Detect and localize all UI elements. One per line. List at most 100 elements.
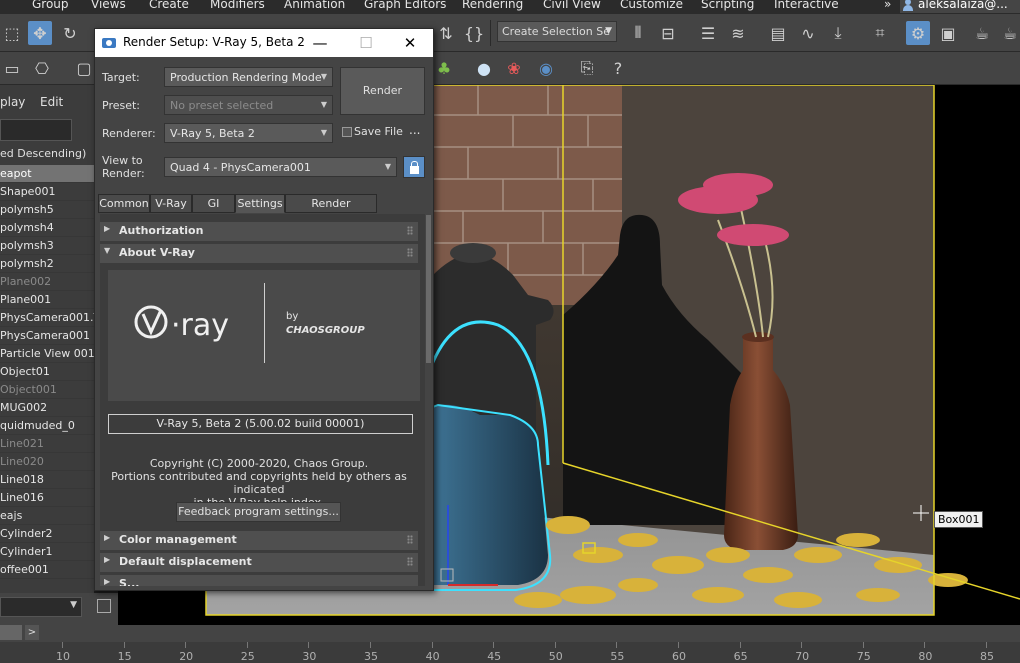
preset-dropdown[interactable]: No preset selected ▼: [164, 95, 333, 115]
explorer-item[interactable]: offee001: [0, 561, 94, 579]
menu-scripting[interactable]: Scripting: [701, 0, 754, 11]
explorer-item[interactable]: eajs: [0, 507, 94, 525]
explorer-item[interactable]: Cylinder2: [0, 525, 94, 543]
explorer-item[interactable]: MUG002: [0, 399, 94, 417]
edit-named-selection-icon[interactable]: {}: [462, 21, 486, 45]
explorer-item[interactable]: PhysCamera001: [0, 327, 94, 345]
tab-vray[interactable]: V-Ray: [150, 194, 192, 213]
explorer-item[interactable]: Plane001: [0, 291, 94, 309]
foliage-icon[interactable]: ♣: [432, 56, 456, 80]
explorer-item[interactable]: polymsh4: [0, 219, 94, 237]
explorer-item[interactable]: Cylinder1: [0, 543, 94, 561]
explorer-item[interactable]: Particle View 001: [0, 345, 94, 363]
rollout-authorization[interactable]: ▶ Authorization: [100, 222, 418, 241]
select-object-icon[interactable]: ⬚: [0, 21, 24, 45]
explorer-item[interactable]: Line018: [0, 471, 94, 489]
explorer-item[interactable]: Line020: [0, 453, 94, 471]
selection-set-dropdown[interactable]: Create Selection Se ▼: [497, 21, 617, 42]
dialog-title-bar[interactable]: Render Setup: V-Ray 5, Beta 2 — ☐ ✕: [95, 29, 433, 57]
render-frame-icon[interactable]: ◉: [534, 56, 558, 80]
explorer-item[interactable]: polymsh5: [0, 201, 94, 219]
menu-group[interactable]: Group: [32, 0, 69, 11]
ruler-tick: [924, 642, 926, 648]
rollout-default-displacement[interactable]: ▶ Default displacement: [100, 553, 418, 572]
rollout-system[interactable]: ▶ S...: [100, 575, 418, 586]
material-sphere-icon[interactable]: ●: [472, 56, 496, 80]
explorer-search-input[interactable]: [0, 119, 72, 141]
menu-overflow-icon[interactable]: »: [884, 0, 891, 11]
render-button[interactable]: Render: [340, 67, 425, 115]
viewport-icon[interactable]: ▢: [72, 56, 96, 80]
schematic-view-icon[interactable]: ⌗: [868, 21, 892, 45]
ruler-label: 65: [733, 650, 748, 663]
user-account[interactable]: aleksalaiza@...: [900, 0, 1020, 13]
rotate-icon[interactable]: ↻: [58, 21, 82, 45]
mirror-icon[interactable]: ⫴: [626, 21, 650, 45]
explorer-item[interactable]: polymsh2: [0, 255, 94, 273]
menu-animation[interactable]: Animation: [284, 0, 345, 11]
rendered-frame-window-icon[interactable]: ▣: [936, 21, 960, 45]
explorer-display-tab[interactable]: play: [0, 95, 25, 109]
explorer-item[interactable]: quidmuded_0: [0, 417, 94, 435]
spinner-snap-icon[interactable]: ⇅: [434, 21, 458, 45]
align-icon[interactable]: ⊟: [656, 21, 680, 45]
menu-graph-editors[interactable]: Graph Editors: [364, 0, 446, 11]
clipboard-icon[interactable]: ⎘: [575, 56, 599, 80]
move-icon[interactable]: ✥: [28, 21, 52, 45]
menu-create[interactable]: Create: [149, 0, 189, 11]
time-slider-handle[interactable]: [0, 625, 22, 640]
menu-civil-view[interactable]: Civil View: [543, 0, 601, 11]
help-icon[interactable]: ?: [606, 56, 630, 80]
feedback-settings-button[interactable]: Feedback program settings...: [176, 502, 341, 522]
tab-gi[interactable]: GI: [192, 194, 235, 213]
settings-scrollbar[interactable]: [426, 215, 431, 363]
menu-views[interactable]: Views: [91, 0, 126, 11]
material-editor-icon[interactable]: ❀: [502, 56, 526, 80]
layer-explorer-icon[interactable]: ≋: [726, 21, 750, 45]
render-setup-icon[interactable]: ⚙: [906, 21, 930, 45]
lock-view-button[interactable]: [403, 156, 425, 178]
explorer-layer-dropdown[interactable]: ▼: [0, 597, 82, 617]
tab-render-elements[interactable]: Render Elements: [285, 194, 377, 227]
curve-editor-icon[interactable]: ∿: [796, 21, 820, 45]
explorer-item[interactable]: polymsh3: [0, 237, 94, 255]
ruler-label: 10: [56, 650, 70, 663]
save-file-checkbox[interactable]: [342, 127, 352, 137]
explorer-options-icon[interactable]: [97, 599, 111, 613]
menu-modifiers[interactable]: Modifiers: [210, 0, 265, 11]
camera-icon[interactable]: ⎔: [30, 56, 54, 80]
view-to-render-dropdown[interactable]: Quad 4 - PhysCamera001 ▼: [164, 157, 397, 177]
explorer-item[interactable]: Line021: [0, 435, 94, 453]
explorer-edit-tab[interactable]: Edit: [40, 95, 63, 109]
time-next-button[interactable]: >: [25, 625, 39, 640]
explorer-item[interactable]: Object01: [0, 363, 94, 381]
explorer-item[interactable]: Object001: [0, 381, 94, 399]
layer-icon[interactable]: ▭: [0, 56, 24, 80]
dope-sheet-icon[interactable]: ⤓: [826, 21, 850, 45]
ruler-tick: [185, 642, 187, 648]
toggle-ribbon-icon[interactable]: ▤: [766, 21, 790, 45]
target-dropdown[interactable]: Production Rendering Mode ▼: [164, 67, 333, 87]
timeline-ruler[interactable]: 1015202530354045505560657075808590: [0, 642, 1020, 663]
explorer-item[interactable]: Line016: [0, 489, 94, 507]
scene-explorer-icon[interactable]: ☰: [696, 21, 720, 45]
explorer-item[interactable]: PhysCamera001.Tar: [0, 309, 94, 327]
renderer-dropdown[interactable]: V-Ray 5, Beta 2 ▼: [164, 123, 333, 143]
tab-settings[interactable]: Settings: [235, 194, 285, 213]
render-iterative-icon[interactable]: ☕: [998, 21, 1020, 45]
explorer-item[interactable]: eapot: [0, 165, 94, 183]
rollout-about-vray[interactable]: ▼ About V-Ray: [100, 244, 418, 263]
explorer-item[interactable]: Shape001: [0, 183, 94, 201]
menu-customize[interactable]: Customize: [620, 0, 683, 11]
menu-rendering[interactable]: Rendering: [462, 0, 523, 11]
maximize-button[interactable]: ☐: [343, 31, 389, 55]
explorer-sort-header[interactable]: ed Descending): [0, 147, 86, 160]
rollout-color-management[interactable]: ▶ Color management: [100, 531, 418, 550]
close-button[interactable]: ✕: [387, 31, 433, 55]
menu-interactive[interactable]: Interactive: [774, 0, 839, 11]
explorer-item[interactable]: Plane002: [0, 273, 94, 291]
save-file-browse-button[interactable]: ...: [409, 123, 420, 137]
render-production-icon[interactable]: ☕: [970, 21, 994, 45]
minimize-button[interactable]: —: [297, 31, 343, 55]
tab-common[interactable]: Common: [98, 194, 150, 213]
